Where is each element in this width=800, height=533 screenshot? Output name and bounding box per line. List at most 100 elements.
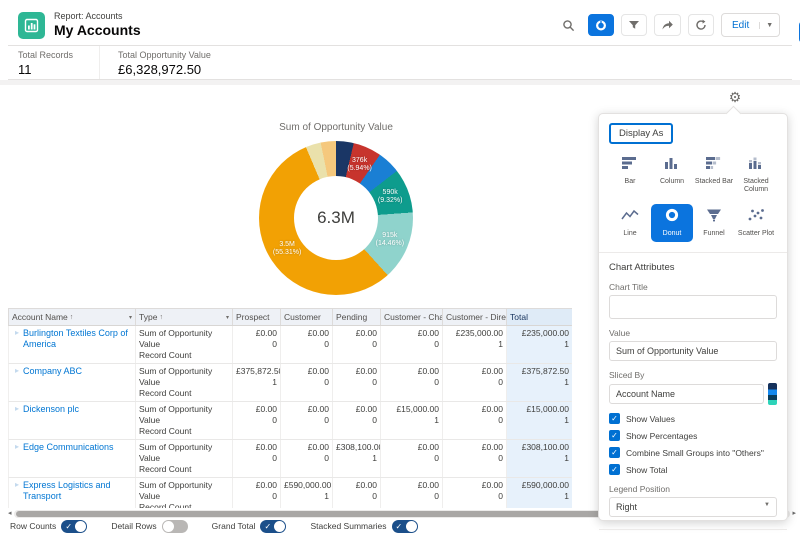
option-show-total[interactable]: ✓ Show Total [609,464,777,475]
value-cell: £0.00 0 [333,402,381,439]
edit-dropdown-button[interactable]: ▼ [759,21,779,29]
account-link[interactable]: Dickenson plc [23,404,79,415]
chart-type-funnel[interactable]: Funnel [693,204,735,242]
account-name-cell: ▸ Burlington Textiles Corp of America [9,326,136,363]
chart-type-column[interactable]: Column [651,152,693,198]
chart-type-line[interactable]: Line [609,204,651,242]
account-name-cell: ▸ Edge Communications [9,440,136,477]
chart-title-field-label: Chart Title [609,282,648,292]
value-cell: £0.00 0 [333,478,381,508]
column-header[interactable]: Type ↑ ▾ [136,309,233,325]
chart-type-stacked-bar[interactable]: Stacked Bar [693,152,735,198]
toggle-switch[interactable] [161,519,188,533]
value-cell: £590,000.00 1 [507,478,572,508]
account-name-cell: ▸ Dickenson plc [9,402,136,439]
legend-position-label: Legend Position [609,484,670,494]
measure-label-cell: Sum of Opportunity Value Record Count [136,364,233,401]
chart-type-label: Donut [662,230,682,237]
checkbox-checked-icon[interactable]: ✓ [609,413,620,424]
value-cell: £0.00 0 [281,364,333,401]
edit-button[interactable]: Edit [722,20,759,31]
filter-button[interactable] [621,14,647,36]
toggle-switch[interactable]: ✓ [391,519,418,533]
search-icon [563,19,575,31]
scroll-left-icon[interactable]: ◂ [8,509,12,518]
share-button[interactable] [654,14,681,36]
value-input[interactable] [609,341,777,361]
toggle-switch[interactable]: ✓ [260,519,287,533]
page-title: My Accounts [54,22,141,38]
option-show-percentages[interactable]: ✓ Show Percentages [609,430,777,441]
column-header[interactable]: Customer - Direct [443,309,507,325]
toggle-row-counts: Row Counts ✓ [10,519,88,533]
value-cell: £0.00 0 [381,478,443,508]
toggle-chart-button[interactable] [588,14,614,36]
account-name-cell: ▸ Express Logistics and Transport [9,478,136,508]
checkbox-label: Combine Small Groups into "Others" [626,447,764,458]
share-icon [662,20,673,30]
account-link[interactable]: Company ABC [23,366,82,377]
line-chart-icon [621,208,639,227]
column-header[interactable]: Prospect [233,309,281,325]
sort-asc-icon: ↑ [69,313,74,321]
chart-title-input[interactable] [609,295,777,319]
check-icon: ✓ [264,521,272,531]
check-icon: ✓ [395,521,403,531]
row-expand-icon[interactable]: ▸ [15,404,19,413]
option-show-values[interactable]: ✓ Show Values [609,413,777,424]
chevron-down-icon[interactable]: ▾ [129,314,132,321]
row-expand-icon[interactable]: ▸ [15,328,19,337]
toggle-label: Row Counts [10,521,57,531]
chart-type-stacked-column[interactable]: Stacked Column [735,152,777,198]
value-cell: £375,872.50 1 [233,364,281,401]
value-cell: £0.00 0 [381,440,443,477]
scroll-right-icon[interactable]: ▸ [792,509,796,518]
value-cell: £308,100.00 1 [507,440,572,477]
row-expand-icon[interactable]: ▸ [15,366,19,375]
column-header[interactable]: Customer - Channel [381,309,443,325]
value-cell: £0.00 0 [281,402,333,439]
measure-label-cell: Sum of Opportunity Value Record Count [136,402,233,439]
color-palette-swatch[interactable] [768,383,777,405]
measure-label-cell: Sum of Opportunity Value Record Count [136,478,233,508]
chevron-down-icon[interactable]: ▾ [226,314,229,321]
toggle-label: Detail Rows [111,521,157,531]
toggle-grand-total: Grand Total ✓ [212,519,287,533]
legend-position-select[interactable] [609,497,777,517]
row-expand-icon[interactable]: ▸ [15,480,19,489]
value-field-label: Value [609,328,631,338]
chart-type-scatter-plot[interactable]: Scatter Plot [735,204,777,242]
funnel-chart-icon [705,208,723,227]
refresh-button[interactable] [688,14,714,36]
toggle-knob [274,520,286,532]
option-combine-small-groups-into-others[interactable]: ✓ Combine Small Groups into "Others" [609,447,777,458]
report-icon [18,12,45,39]
checkbox-checked-icon[interactable]: ✓ [609,430,620,441]
column-header[interactable]: Customer [281,309,333,325]
donut-chart[interactable]: 6.3M [259,141,413,295]
checkbox-checked-icon[interactable]: ✓ [609,464,620,475]
value-cell: £0.00 0 [443,402,507,439]
account-link[interactable]: Burlington Textiles Corp of America [23,328,132,350]
row-expand-icon[interactable]: ▸ [15,442,19,451]
account-link[interactable]: Express Logistics and Transport [23,480,132,502]
chart-type-bar[interactable]: Bar [609,152,651,198]
chart-settings-button[interactable]: ⚙ [724,86,746,108]
account-name-cell: ▸ Company ABC [9,364,136,401]
column-header[interactable]: Total [507,309,572,325]
search-button[interactable] [556,14,581,36]
chart-type-donut[interactable]: Donut [651,204,693,242]
table-header-row: Account Name ↑ ▾ Type ↑ ▾ Prospect Customer Pend… [8,308,572,326]
checkbox-checked-icon[interactable]: ✓ [609,447,620,458]
toggle-label: Stacked Summaries [310,521,387,531]
column-header[interactable]: Account Name ↑ ▾ [9,309,136,325]
table-row: ▸ Edge Communications Sum of Opportunity V… [8,440,572,478]
account-link[interactable]: Edge Communications [23,442,114,453]
column-header[interactable]: Pending [333,309,381,325]
sliced-by-input[interactable] [609,384,764,404]
metric-total-records: Total Records 11 [8,46,73,79]
report-glyph-icon [24,18,39,33]
value-cell: £0.00 0 [381,326,443,363]
toggle-switch[interactable]: ✓ [61,519,88,533]
measure-label-cell: Sum of Opportunity Value Record Count [136,440,233,477]
